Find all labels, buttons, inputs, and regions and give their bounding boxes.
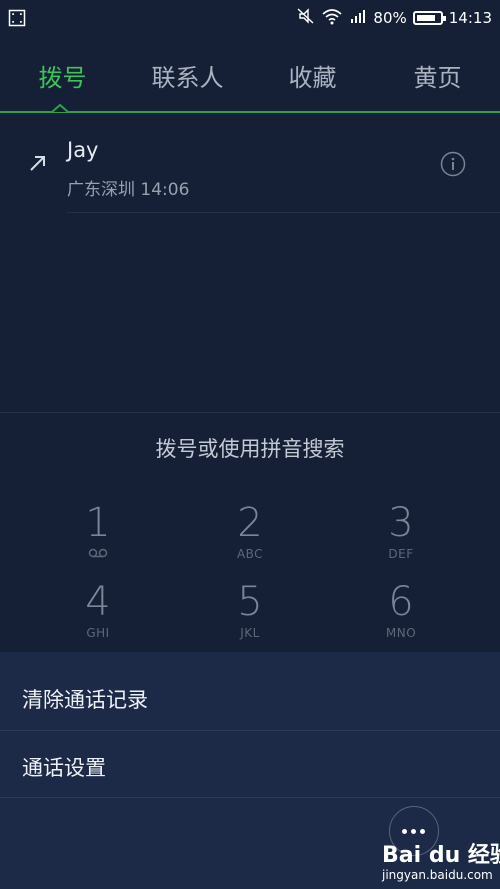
clear-call-log-menu-item[interactable]: 清除通话记录: [0, 664, 500, 730]
watermark-url: jingyan.baidu.com: [382, 868, 493, 882]
divider: [67, 212, 500, 213]
info-icon[interactable]: [440, 151, 466, 181]
watermark-main: Bai du 经验: [382, 843, 500, 868]
more-dot: [420, 829, 425, 834]
key-digit: 4: [85, 579, 111, 625]
voicemail-icon: [48, 547, 148, 561]
baidu-jingyan-watermark: Bai du 经验 jingyan.baidu.com: [382, 837, 500, 889]
signal-icon: [349, 7, 367, 29]
key-letters: MNO: [385, 626, 417, 640]
contact-name: Jay: [67, 138, 99, 162]
screenshot-icon: [8, 9, 26, 31]
dialpad: 拨号或使用拼音搜索 1 2 ABC 3 DEF 4 GHI 5 JKL 6 MN…: [0, 412, 500, 655]
dial-key-1[interactable]: 1: [48, 501, 148, 581]
key-letters: ABC: [236, 547, 264, 561]
key-digit: 5: [237, 579, 263, 625]
menu-item-label: 通话设置: [22, 756, 106, 780]
tab-yellow-pages[interactable]: 黄页: [375, 58, 500, 93]
menu-divider: [0, 730, 500, 731]
clock: 14:13: [448, 9, 492, 27]
active-tab-indicator: [52, 104, 68, 113]
menu-item-label: 清除通话记录: [22, 688, 148, 712]
battery-percent: 80%: [373, 9, 407, 27]
outgoing-call-arrow-icon: [27, 152, 49, 178]
key-digit: 1: [85, 500, 111, 546]
dial-key-2[interactable]: 2 ABC: [200, 501, 300, 581]
call-detail: 广东深圳 14:06: [67, 180, 190, 200]
call-settings-menu-item[interactable]: 通话设置: [0, 732, 500, 798]
tab-dial[interactable]: 拨号: [0, 58, 125, 93]
call-log-item[interactable]: Jay 广东深圳 14:06: [0, 114, 500, 212]
more-dot: [402, 829, 407, 834]
key-digit: 2: [237, 500, 263, 546]
dial-search-hint[interactable]: 拨号或使用拼音搜索: [0, 433, 500, 463]
dial-key-3[interactable]: 3 DEF: [351, 501, 451, 581]
tab-bar: 拨号 联系人 收藏 黄页: [0, 36, 500, 113]
mute-icon: [297, 7, 315, 29]
key-letters: DEF: [388, 547, 414, 561]
menu-divider: [0, 797, 500, 798]
key-digit: 6: [388, 579, 414, 625]
more-dot: [411, 829, 416, 834]
key-letters: JKL: [240, 626, 260, 640]
dial-key-5[interactable]: 5 JKL: [200, 580, 300, 660]
status-bar: 80% 14:13: [0, 0, 500, 36]
tab-contacts[interactable]: 联系人: [125, 58, 250, 93]
battery-icon: [412, 11, 446, 25]
dial-key-6[interactable]: 6 MNO: [351, 580, 451, 660]
tab-underline: [0, 111, 500, 113]
dial-key-4[interactable]: 4 GHI: [48, 580, 148, 660]
key-digit: 3: [388, 500, 414, 546]
key-letters: GHI: [86, 626, 110, 640]
wifi-icon: [321, 7, 343, 29]
tab-favorites[interactable]: 收藏: [250, 58, 375, 93]
